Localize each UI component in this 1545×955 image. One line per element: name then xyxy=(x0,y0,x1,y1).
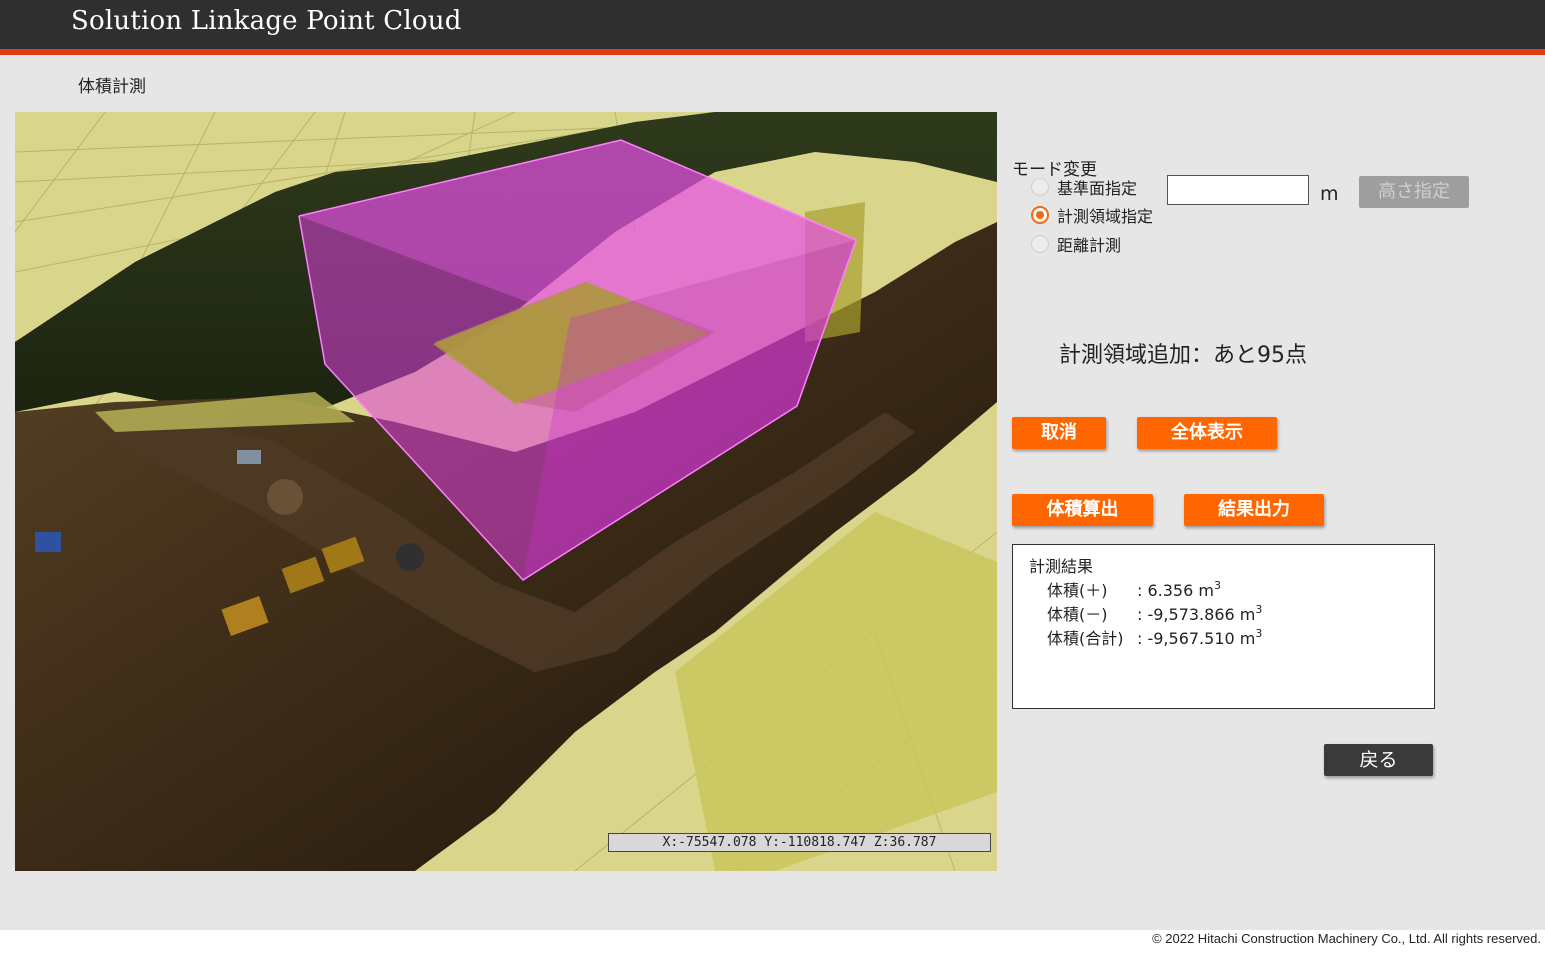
radio-distance-measurement[interactable]: 距離計測 xyxy=(1031,233,1121,255)
app-title: Solution Linkage Point Cloud xyxy=(71,6,462,36)
result-label: 体積(＋) xyxy=(1047,581,1108,600)
set-height-button[interactable]: 高さ指定 xyxy=(1359,176,1469,208)
radio-label: 計測領域指定 xyxy=(1057,207,1154,226)
result-unit-exponent: 3 xyxy=(1213,579,1221,592)
result-unit-exponent: 3 xyxy=(1255,627,1263,640)
result-value: : 6.356 m xyxy=(1137,581,1214,600)
point-cloud-viewer[interactable]: X:-75547.078 Y:-110818.747 Z:36.787 xyxy=(15,112,997,871)
measurement-result-panel: 計測結果 体積(＋): 6.356 m3 体積(－): -9,573.866 m… xyxy=(1012,544,1435,709)
result-value: : -9,567.510 m xyxy=(1137,629,1256,648)
measurement-status-text: 計測領域追加：あと95点 xyxy=(1059,343,1307,368)
radio-circle[interactable] xyxy=(1031,235,1049,253)
result-unit-exponent: 3 xyxy=(1255,603,1263,616)
height-unit-label: m xyxy=(1320,183,1339,205)
result-value: : -9,573.866 m xyxy=(1137,605,1256,624)
show-all-button[interactable]: 全体表示 xyxy=(1137,417,1277,449)
back-button[interactable]: 戻る xyxy=(1324,744,1433,776)
result-row-total: 体積(合計) : -9,567.510 m3 xyxy=(1047,625,1262,649)
coordinate-readout: X:-75547.078 Y:-110818.747 Z:36.787 xyxy=(608,833,991,852)
result-row-negative: 体積(－) : -9,573.866 m3 xyxy=(1047,601,1262,625)
point-cloud-canvas[interactable] xyxy=(15,112,997,871)
page-title: 体積計測 xyxy=(78,77,146,97)
radio-label: 距離計測 xyxy=(1057,236,1122,255)
radio-measurement-area[interactable]: 計測領域指定 xyxy=(1031,204,1153,226)
app-header: Solution Linkage Point Cloud xyxy=(0,0,1545,49)
radio-reference-plane[interactable]: 基準面指定 xyxy=(1031,176,1137,198)
height-input[interactable] xyxy=(1167,175,1309,205)
radio-label: 基準面指定 xyxy=(1057,179,1138,198)
result-label: 体積(合計) xyxy=(1047,629,1124,648)
result-label: 体積(－) xyxy=(1047,605,1108,624)
result-title: 計測結果 xyxy=(1029,557,1094,576)
export-result-button[interactable]: 結果出力 xyxy=(1184,494,1324,526)
header-accent-rule xyxy=(0,49,1545,55)
result-row-positive: 体積(＋) : 6.356 m3 xyxy=(1047,577,1221,601)
calculate-volume-button[interactable]: 体積算出 xyxy=(1012,494,1153,526)
radio-circle[interactable] xyxy=(1031,178,1049,196)
cancel-button[interactable]: 取消 xyxy=(1012,417,1106,449)
radio-circle-checked[interactable] xyxy=(1031,206,1049,224)
copyright-footer: © 2022 Hitachi Construction Machinery Co… xyxy=(1152,931,1541,946)
